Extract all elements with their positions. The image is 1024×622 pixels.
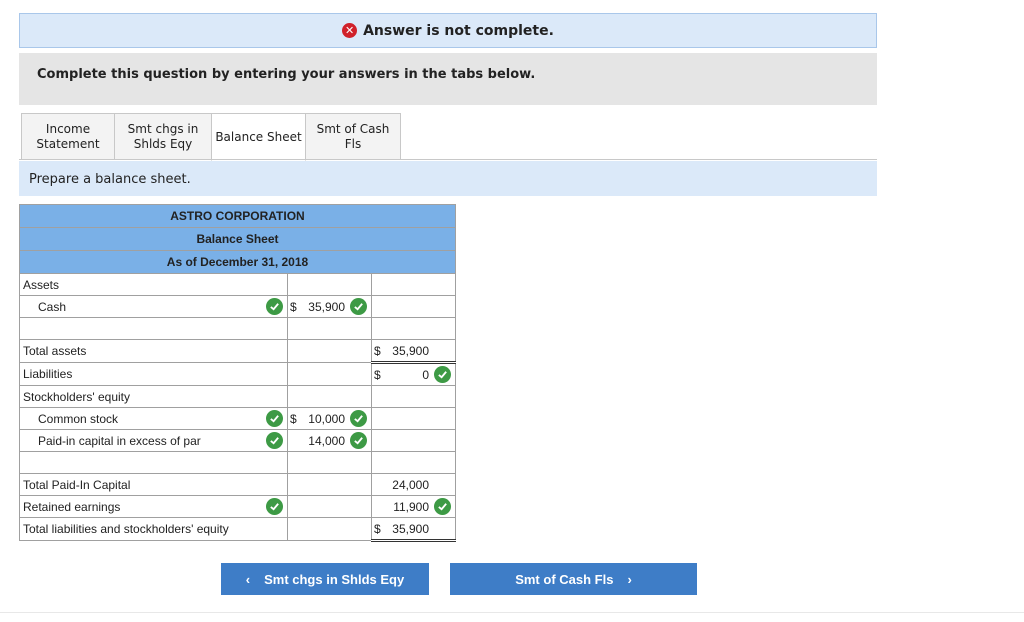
- table-row: Paid-in capital in excess of par 14,000: [19, 429, 456, 452]
- check-icon: [434, 498, 451, 515]
- total-lse-value-cell: $ 35,900: [371, 517, 456, 542]
- table-row: Common stock $ 10,000: [19, 407, 456, 430]
- apic-input[interactable]: 14,000: [287, 429, 372, 452]
- tab-label: Income: [45, 121, 91, 136]
- table-row: Total assets $ 35,900: [19, 339, 456, 364]
- next-tab-label: Smt of Cash Fls: [515, 571, 614, 587]
- company-name: ASTRO CORPORATION: [19, 204, 456, 228]
- cash-value: 35,900: [308, 300, 345, 314]
- cash-total-input[interactable]: [371, 295, 456, 318]
- check-icon: [266, 432, 283, 449]
- check-icon: [266, 410, 283, 427]
- chevron-left-icon: ‹: [245, 571, 251, 587]
- check-icon: [266, 498, 283, 515]
- retained-earnings-input[interactable]: 11,900: [371, 495, 456, 518]
- answer-status-text: Answer is not complete.: [363, 22, 554, 39]
- tab-label: Smt chgs in: [127, 121, 199, 136]
- total-pic-label: Total Paid-In Capital: [19, 473, 288, 496]
- total-assets-label: Total assets: [19, 339, 288, 363]
- table-row: [19, 451, 456, 474]
- prev-tab-button[interactable]: ‹ Smt chgs in Shlds Eqy: [221, 563, 429, 595]
- total-pic-value-cell: 24,000: [371, 473, 456, 496]
- liabilities-label: Liabilities: [19, 362, 288, 386]
- tab-label: Balance Sheet: [215, 129, 302, 144]
- retained-earnings-value: 11,900: [393, 500, 429, 514]
- check-icon: [350, 298, 367, 315]
- table-row: Total liabilities and stockholders' equi…: [19, 517, 456, 542]
- tab-income-statement[interactable]: Income Statement: [21, 113, 115, 160]
- balance-sheet-table: ASTRO CORPORATION Balance Sheet As of De…: [19, 204, 456, 542]
- common-stock-input[interactable]: $ 10,000: [287, 407, 372, 430]
- common-stock-label: Common stock: [38, 411, 119, 426]
- table-row: Total Paid-In Capital 24,000: [19, 473, 456, 496]
- total-lse-value: 35,900: [392, 522, 429, 536]
- table-row: Cash $ 35,900: [19, 295, 456, 318]
- prompt-text: Prepare a balance sheet.: [19, 161, 877, 196]
- common-stock-value: 10,000: [308, 412, 345, 426]
- tab-label: Fls: [344, 136, 362, 151]
- check-icon: [434, 366, 451, 383]
- answer-status-banner: ✕ Answer is not complete.: [19, 13, 877, 48]
- dollar-sign: $: [374, 344, 381, 358]
- prev-tab-label: Smt chgs in Shlds Eqy: [264, 571, 405, 587]
- check-icon: [350, 432, 367, 449]
- check-icon: [266, 298, 283, 315]
- table-row: [19, 317, 456, 340]
- apic-label: Paid-in capital in excess of par: [38, 433, 201, 448]
- statement-title: Balance Sheet: [19, 227, 456, 251]
- cash-label: Cash: [38, 299, 67, 314]
- retained-earnings-label: Retained earnings: [23, 499, 121, 514]
- error-icon: ✕: [342, 23, 358, 38]
- apic-value: 14,000: [308, 434, 345, 448]
- tab-label: Statement: [36, 136, 100, 151]
- dollar-sign: $: [374, 368, 381, 382]
- tab-stmt-changes-equity[interactable]: Smt chgs in Shlds Eqy: [114, 113, 212, 160]
- dollar-sign: $: [290, 412, 297, 426]
- table-row: Assets: [19, 273, 456, 296]
- cash-input[interactable]: $ 35,900: [287, 295, 372, 318]
- chevron-right-icon: ›: [627, 571, 632, 587]
- table-row: Retained earnings 11,900: [19, 495, 456, 518]
- tab-label: Smt of Cash: [316, 121, 390, 136]
- total-assets-value-cell: $ 35,900: [371, 339, 456, 364]
- total-pic-value: 24,000: [392, 478, 429, 492]
- tab-label: Shlds Eqy: [133, 136, 193, 151]
- assets-label: Assets: [19, 273, 288, 296]
- liabilities-input[interactable]: $ 0: [371, 362, 456, 386]
- tab-balance-sheet[interactable]: Balance Sheet: [211, 113, 306, 161]
- total-lse-label: Total liabilities and stockholders' equi…: [19, 517, 288, 541]
- dollar-sign: $: [374, 522, 381, 536]
- liabilities-value: 0: [422, 368, 429, 382]
- instruction-text: Complete this question by entering your …: [19, 53, 877, 105]
- table-row: Stockholders' equity: [19, 385, 456, 408]
- tab-divider: [19, 159, 877, 160]
- next-tab-button[interactable]: Smt of Cash Fls ›: [450, 563, 697, 595]
- check-icon: [350, 410, 367, 427]
- tab-bar: Income Statement Smt chgs in Shlds Eqy Bal…: [21, 113, 401, 161]
- tab-stmt-cash-flows[interactable]: Smt of Cash Fls: [305, 113, 401, 160]
- dollar-sign: $: [290, 300, 297, 314]
- statement-date: As of December 31, 2018: [19, 250, 456, 274]
- table-row: Liabilities $ 0: [19, 362, 456, 386]
- stockholders-equity-label: Stockholders' equity: [19, 385, 288, 408]
- footer-divider: [0, 612, 1024, 613]
- total-assets-value: 35,900: [392, 344, 429, 358]
